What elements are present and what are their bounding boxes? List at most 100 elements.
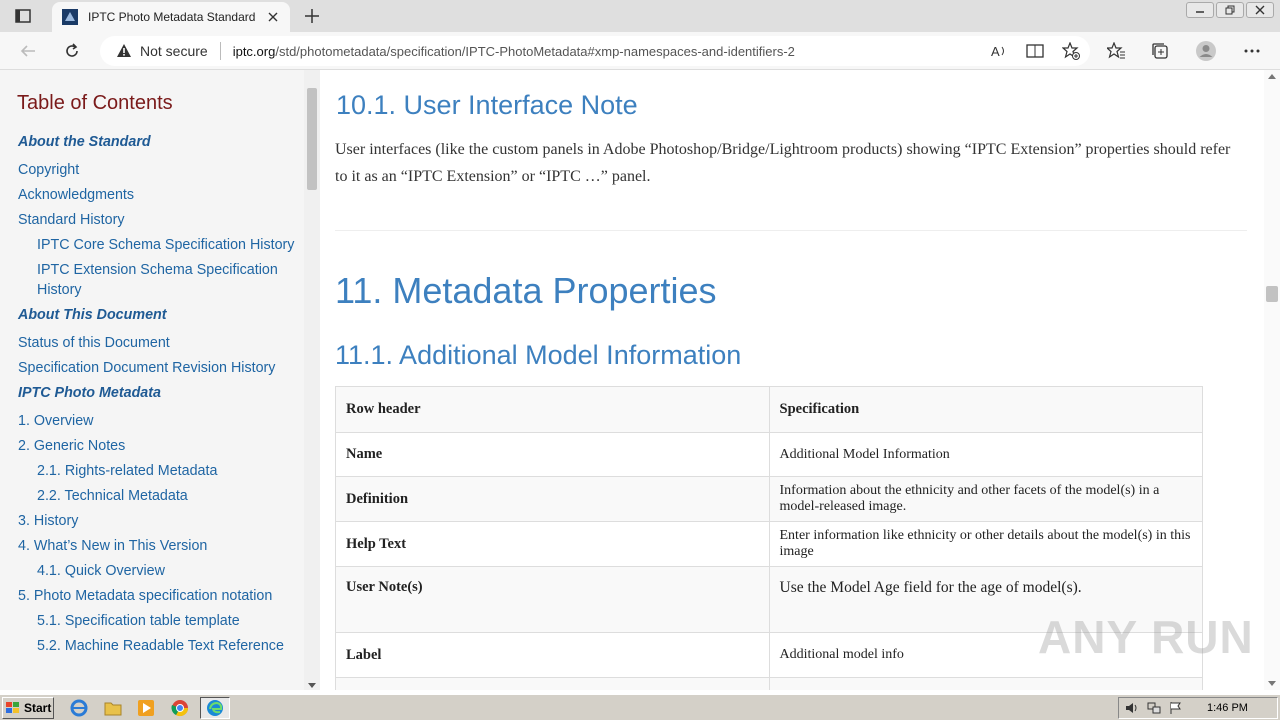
back-arrow-icon [20, 45, 35, 57]
table-row: Help Text Enter information like ethnicit… [335, 521, 1203, 567]
close-tab-icon[interactable] [266, 10, 280, 24]
refresh-icon [66, 43, 78, 57]
toc-item[interactable]: Standard History [18, 210, 298, 230]
row-header-cell: Label [335, 632, 770, 678]
close-window-button[interactable] [1246, 2, 1274, 18]
toc-item[interactable]: Copyright [18, 160, 298, 180]
star-plus-icon [1062, 42, 1080, 60]
heading-user-interface-note: 10.1. User Interface Note [336, 90, 638, 120]
clock[interactable]: 1:46 PM [1207, 702, 1248, 714]
sidebar-scrollbar[interactable] [304, 70, 320, 690]
taskbar-ie-button[interactable] [68, 698, 90, 718]
row-header-cell: Definition [335, 476, 770, 522]
new-tab-button[interactable] [300, 5, 324, 27]
row-header-cell: User Note(s) [335, 566, 770, 633]
url-path: /std/photometadata/specification/IPTC-Ph… [275, 43, 795, 59]
toc-item[interactable]: 5. Photo Metadata specification notation [18, 586, 298, 606]
taskbar-media-player-button[interactable] [135, 698, 157, 718]
main-content: 10.1. User Interface Note User interface… [320, 70, 1264, 690]
svg-text:A: A [991, 44, 1000, 59]
toc-item[interactable]: IPTC Core Schema Specification History [18, 235, 298, 255]
tab-bar: IPTC Photo Metadata Standard [0, 0, 1280, 32]
url-text[interactable]: iptc.org/std/photometadata/specification… [233, 44, 795, 59]
row-header-cell: Name [335, 432, 770, 477]
sidebar-scroll-thumb[interactable] [307, 88, 317, 190]
toc-item[interactable]: IPTC Photo Metadata [18, 383, 298, 403]
favorites-button[interactable] [1104, 39, 1128, 63]
toc-item[interactable]: Acknowledgments [18, 185, 298, 205]
immersive-reader-button[interactable] [1024, 41, 1046, 61]
media-player-icon [138, 700, 154, 716]
specification-cell: Additional Model Information [768, 432, 1203, 477]
main-scroll-down-icon[interactable] [1268, 681, 1276, 686]
minimize-icon [1196, 11, 1204, 13]
heading-additional-model-information: 11.1. Additional Model Information [335, 340, 742, 370]
volume-icon[interactable] [1125, 701, 1139, 715]
toc-item[interactable]: 3. History [18, 511, 298, 531]
toc-item[interactable]: 2.2. Technical Metadata [18, 486, 298, 506]
address-separator [219, 42, 221, 60]
plus-icon [305, 9, 319, 23]
url-host: iptc.org [232, 43, 276, 59]
toc-item[interactable]: 2.1. Rights-related Metadata [18, 461, 298, 481]
add-favorite-button[interactable] [1060, 41, 1082, 61]
immersive-reader-icon [1026, 44, 1044, 58]
action-center-flag-icon[interactable] [1169, 701, 1183, 715]
read-aloud-icon: A [991, 44, 1004, 59]
start-label: Start [24, 701, 52, 715]
back-button[interactable] [16, 39, 40, 63]
main-scrollbar[interactable] [1264, 70, 1280, 690]
settings-menu-button[interactable] [1240, 39, 1264, 63]
favorites-icon [1107, 42, 1125, 59]
tab-actions-button[interactable] [8, 5, 38, 27]
read-aloud-button[interactable]: A [988, 41, 1010, 61]
specification-cell: Information about the ethnicity and othe… [768, 476, 1203, 522]
refresh-button[interactable] [60, 39, 84, 63]
toc-item[interactable]: About This Document [18, 305, 298, 325]
system-tray: 1:46 PM [1118, 697, 1278, 719]
taskbar-explorer-button[interactable] [102, 698, 124, 718]
toc-item[interactable]: 1. Overview [18, 411, 298, 431]
internet-explorer-icon [70, 699, 88, 717]
minimize-button[interactable] [1186, 2, 1214, 18]
toc-item[interactable]: Specification Document Revision History [18, 358, 298, 378]
network-icon[interactable] [1147, 701, 1161, 715]
edge-icon [207, 700, 223, 716]
toc-item[interactable]: 5.1. Specification table template [18, 611, 298, 631]
toc-item[interactable]: About the Standard [18, 132, 298, 152]
toc-item[interactable]: IPTC Extension Schema Specification Hist… [18, 260, 298, 300]
anyrun-watermark: ANY RUN [1038, 611, 1254, 663]
sidebar-scroll-down-icon[interactable] [308, 683, 316, 688]
not-secure-label[interactable]: Not secure [140, 43, 208, 59]
chrome-icon [171, 700, 189, 717]
taskbar-edge-button[interactable] [200, 697, 230, 719]
close-window-icon [1255, 5, 1265, 15]
tab-actions-icon [15, 9, 31, 23]
tab-iptc[interactable]: IPTC Photo Metadata Standard [52, 2, 290, 32]
toc-list: About the Standard Copyright Acknowledgmen… [18, 130, 298, 661]
taskbar-chrome-button[interactable] [169, 698, 191, 718]
toc-item[interactable]: 4. What’s New in This Version [18, 536, 298, 556]
toc-item[interactable]: Status of this Document [18, 333, 298, 353]
profile-button[interactable] [1194, 39, 1218, 63]
windows-logo-icon [6, 702, 19, 713]
start-button[interactable]: Start [2, 697, 54, 719]
toc-item[interactable]: 2. Generic Notes [18, 436, 298, 456]
browser-toolbar: Not secure iptc.org/std/photometadata/sp… [0, 32, 1280, 70]
table-row: Definition Information about the ethnicit… [335, 476, 1203, 522]
address-bar[interactable]: Not secure iptc.org/std/photometadata/sp… [100, 36, 1090, 66]
main-scroll-up-icon[interactable] [1268, 74, 1276, 79]
main-scroll-thumb[interactable] [1266, 286, 1278, 302]
restore-button[interactable] [1216, 2, 1244, 18]
column-header-row-header: Row header [335, 386, 770, 433]
heading-metadata-properties: 11. Metadata Properties [335, 270, 717, 311]
collections-button[interactable] [1148, 39, 1172, 63]
address-bar-actions: A [988, 41, 1082, 61]
toc-item[interactable]: 5.2. Machine Readable Text Reference [18, 636, 298, 656]
taskbar: Start 1:46 PM [0, 694, 1280, 720]
toc-item[interactable]: 4.1. Quick Overview [18, 561, 298, 581]
warning-icon[interactable] [116, 43, 132, 59]
more-dots-icon [1244, 49, 1260, 53]
table-row [335, 677, 1203, 690]
specification-cell: Enter information like ethnicity or othe… [768, 521, 1203, 567]
